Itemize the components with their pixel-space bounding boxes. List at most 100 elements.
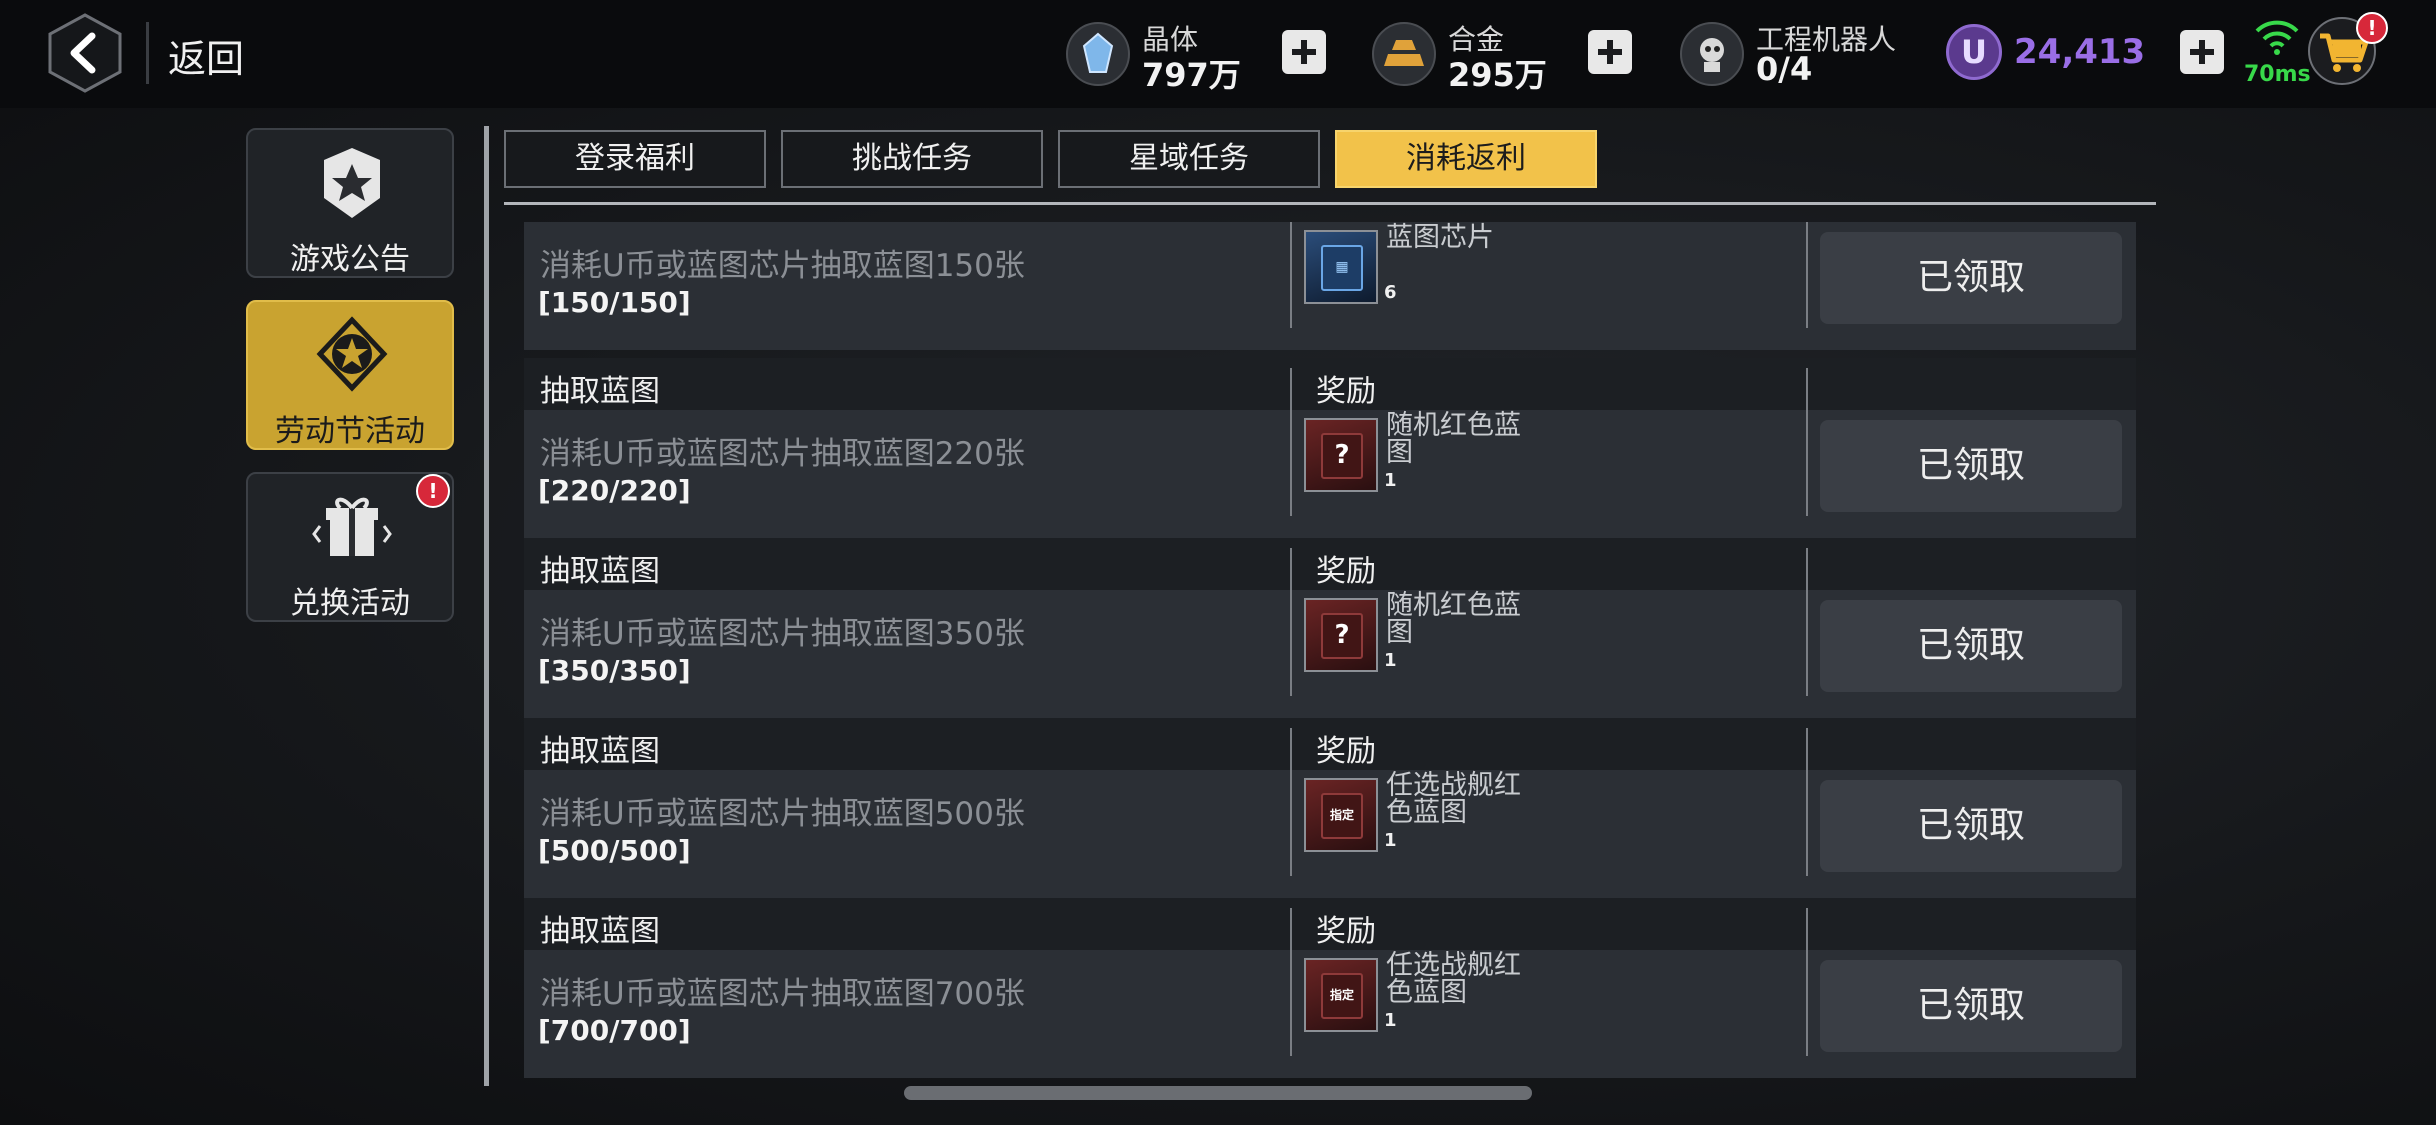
column-divider bbox=[1806, 908, 1808, 1056]
resource-value: 0/4 bbox=[1756, 50, 1813, 88]
task-progress: [150/150] bbox=[538, 286, 691, 319]
reward-item-name: 蓝图芯片 bbox=[1386, 222, 1494, 253]
random-blueprint-icon: ? bbox=[1321, 613, 1363, 659]
selectable-blueprint-icon: 指定 bbox=[1321, 793, 1363, 839]
task-header: 抽取蓝图 奖励 bbox=[524, 718, 2136, 770]
tab-challenge-tasks[interactable]: 挑战任务 bbox=[781, 130, 1043, 188]
claimed-button[interactable]: 已领取 bbox=[1820, 420, 2122, 512]
task-row: 抽取蓝图 奖励 消耗U币或蓝图芯片抽取蓝图500张 [500/500] 指定 任… bbox=[524, 718, 2136, 898]
resource-value: 797万 bbox=[1142, 56, 1241, 94]
horizontal-scrollbar[interactable] bbox=[904, 1086, 1532, 1100]
task-body: 消耗U币或蓝图芯片抽取蓝图700张 [700/700] 指定 任选战舰红色蓝图 … bbox=[524, 950, 2136, 1078]
back-label: 返回 bbox=[168, 37, 245, 81]
column-divider bbox=[1806, 728, 1808, 876]
back-divider bbox=[146, 22, 149, 84]
sidebar-item-label: 兑换活动 bbox=[290, 586, 410, 621]
task-progress: [220/220] bbox=[538, 474, 691, 507]
back-button[interactable] bbox=[44, 12, 126, 94]
task-row: 抽取蓝图 奖励 消耗U币或蓝图芯片抽取蓝图350张 [350/350] ? 随机… bbox=[524, 538, 2136, 718]
resource-alloy: 合金 295万 bbox=[1372, 14, 1552, 94]
reward-header: 奖励 bbox=[1316, 734, 1376, 769]
reward-item-quantity: 1 bbox=[1384, 1010, 1397, 1031]
task-body: 消耗U币或蓝图芯片抽取蓝图350张 [350/350] ? 随机红色蓝图 1 已… bbox=[524, 590, 2136, 718]
sidebar-divider bbox=[484, 126, 489, 1086]
u-coin-icon: U bbox=[1946, 24, 2002, 80]
back-arrow-icon bbox=[48, 13, 122, 93]
claimed-button[interactable]: 已领取 bbox=[1820, 780, 2122, 872]
star-emblem-icon bbox=[316, 316, 388, 392]
tab-login-bonus[interactable]: 登录福利 bbox=[504, 130, 766, 188]
cart-notification-badge: ! bbox=[2356, 12, 2388, 44]
task-progress: [350/350] bbox=[538, 654, 691, 687]
resource-value: 295万 bbox=[1448, 56, 1547, 94]
gift-icon bbox=[312, 497, 392, 556]
column-divider bbox=[1806, 368, 1808, 516]
sidebar-item-label: 劳动节活动 bbox=[275, 414, 425, 449]
task-body: 消耗U币或蓝图芯片抽取蓝图220张 [220/220] ? 随机红色蓝图 1 已… bbox=[524, 410, 2136, 538]
blueprint-chip-icon: ▦ bbox=[1321, 245, 1363, 291]
add-alloy-button[interactable] bbox=[1588, 30, 1632, 74]
reward-item-name: 任选战舰红色蓝图 bbox=[1386, 770, 1521, 828]
task-title: 抽取蓝图 bbox=[540, 734, 660, 769]
task-header: 抽取蓝图 奖励 bbox=[524, 538, 2136, 590]
reward-item-slot[interactable]: 指定 bbox=[1304, 778, 1378, 852]
reward-item-quantity: 1 bbox=[1384, 830, 1397, 851]
task-description: 消耗U币或蓝图芯片抽取蓝图350张 bbox=[540, 616, 1025, 652]
tab-underline bbox=[504, 202, 2156, 205]
column-divider bbox=[1290, 908, 1292, 1056]
add-u-coin-button[interactable] bbox=[2180, 30, 2224, 74]
task-row: 抽取蓝图 奖励 消耗U币或蓝图芯片抽取蓝图220张 [220/220] ? 随机… bbox=[524, 358, 2136, 538]
column-divider bbox=[1806, 548, 1808, 696]
exchange-notification-badge: ! bbox=[416, 474, 450, 508]
task-body: 消耗U币或蓝图芯片抽取蓝图150张 [150/150] ▦ 蓝图芯片 6 已领取 bbox=[524, 222, 2136, 350]
announcement-shield-icon bbox=[324, 148, 380, 218]
column-divider bbox=[1290, 222, 1292, 328]
reward-item-slot[interactable]: ▦ bbox=[1304, 230, 1378, 304]
reward-item-slot[interactable]: ? bbox=[1304, 418, 1378, 492]
task-header: 抽取蓝图 奖励 bbox=[524, 898, 2136, 950]
column-divider bbox=[1290, 548, 1292, 696]
reward-item-slot[interactable]: 指定 bbox=[1304, 958, 1378, 1032]
reward-item-slot[interactable]: ? bbox=[1304, 598, 1378, 672]
task-description: 消耗U币或蓝图芯片抽取蓝图220张 bbox=[540, 436, 1025, 472]
tab-consumption-rebate[interactable]: 消耗返利 bbox=[1335, 130, 1597, 188]
reward-item-quantity: 1 bbox=[1384, 650, 1397, 671]
claimed-button[interactable]: 已领取 bbox=[1820, 600, 2122, 692]
claimed-button[interactable]: 已领取 bbox=[1820, 960, 2122, 1052]
reward-header: 奖励 bbox=[1316, 554, 1376, 589]
reward-header: 奖励 bbox=[1316, 914, 1376, 949]
task-progress: [500/500] bbox=[538, 834, 691, 867]
random-blueprint-icon: ? bbox=[1321, 433, 1363, 479]
reward-item-name: 随机红色蓝图 bbox=[1386, 410, 1521, 468]
task-list[interactable]: 消耗U币或蓝图芯片抽取蓝图150张 [150/150] ▦ 蓝图芯片 6 已领取… bbox=[524, 222, 2136, 1080]
reward-item-quantity: 1 bbox=[1384, 470, 1397, 491]
task-row: 抽取蓝图 奖励 消耗U币或蓝图芯片抽取蓝图700张 [700/700] 指定 任… bbox=[524, 898, 2136, 1078]
selectable-blueprint-icon: 指定 bbox=[1321, 973, 1363, 1019]
crystal-icon bbox=[1066, 22, 1130, 86]
u-coin-value: 24,413 bbox=[2014, 32, 2146, 72]
sidebar-item-announcement[interactable]: 游戏公告 bbox=[246, 128, 454, 278]
task-title: 抽取蓝图 bbox=[540, 374, 660, 409]
claimed-button[interactable]: 已领取 bbox=[1820, 232, 2122, 324]
add-crystal-button[interactable] bbox=[1282, 30, 1326, 74]
task-progress: [700/700] bbox=[538, 1014, 691, 1047]
task-header: 抽取蓝图 奖励 bbox=[524, 358, 2136, 410]
task-description: 消耗U币或蓝图芯片抽取蓝图500张 bbox=[540, 796, 1025, 832]
column-divider bbox=[1806, 222, 1808, 328]
column-divider bbox=[1290, 368, 1292, 516]
task-description: 消耗U币或蓝图芯片抽取蓝图700张 bbox=[540, 976, 1025, 1012]
alloy-icon bbox=[1372, 22, 1436, 86]
task-title: 抽取蓝图 bbox=[540, 554, 660, 589]
resource-robot: 工程机器人 0/4 bbox=[1680, 14, 1920, 94]
sidebar-item-label: 游戏公告 bbox=[290, 242, 410, 277]
sidebar-item-labor-day[interactable]: 劳动节活动 bbox=[246, 300, 454, 450]
task-description: 消耗U币或蓝图芯片抽取蓝图150张 bbox=[540, 248, 1025, 284]
column-divider bbox=[1290, 728, 1292, 876]
task-row: 消耗U币或蓝图芯片抽取蓝图150张 [150/150] ▦ 蓝图芯片 6 已领取 bbox=[524, 222, 2136, 350]
task-body: 消耗U币或蓝图芯片抽取蓝图500张 [500/500] 指定 任选战舰红色蓝图 … bbox=[524, 770, 2136, 898]
robot-icon bbox=[1680, 22, 1744, 86]
reward-item-name: 任选战舰红色蓝图 bbox=[1386, 950, 1521, 1008]
wifi-icon bbox=[2255, 20, 2299, 55]
resource-crystal: 晶体 797万 bbox=[1066, 14, 1246, 94]
tab-star-domain-tasks[interactable]: 星域任务 bbox=[1058, 130, 1320, 188]
